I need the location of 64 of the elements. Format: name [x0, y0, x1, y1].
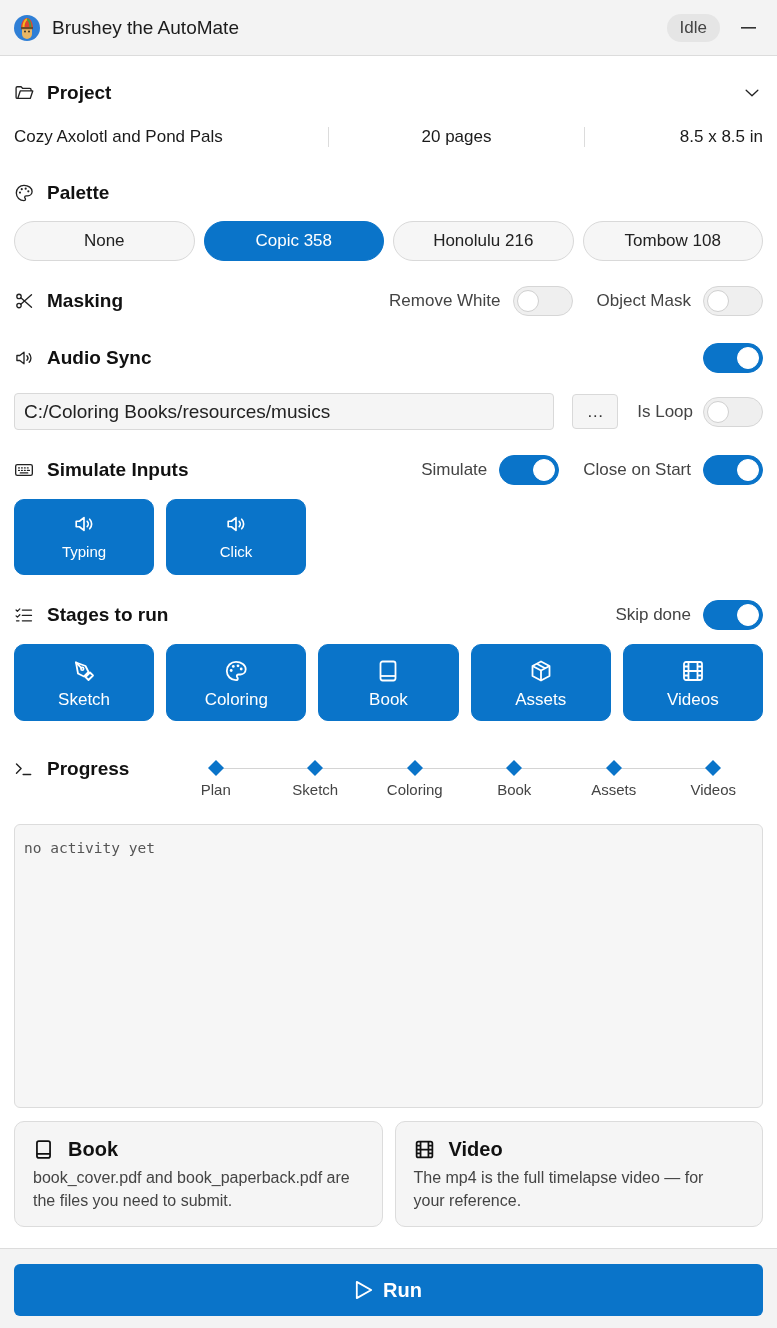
card-title: Video [448, 1137, 503, 1161]
log-line: no activity yet [24, 839, 155, 857]
palette-option[interactable]: None [14, 221, 195, 261]
run-button[interactable]: Run [14, 1264, 763, 1316]
step-diamond-icon [705, 760, 722, 776]
book-icon [33, 1138, 54, 1160]
palette-icon [14, 183, 34, 203]
step-diamond-icon [307, 760, 324, 776]
stage-button[interactable]: Book [318, 644, 459, 721]
page-size: 8.5 x 8.5 in [679, 127, 763, 147]
stage-button[interactable]: Assets [470, 644, 611, 721]
toggle-label: Object Mask [596, 291, 691, 311]
stage-button[interactable]: Coloring [166, 644, 307, 721]
palette-icon [224, 659, 249, 683]
stage-button[interactable]: Videos [622, 644, 763, 721]
palette-option[interactable]: Tombow 108 [582, 221, 763, 261]
section-title: Stages to run [47, 604, 169, 626]
toggle-switch[interactable] [703, 343, 763, 373]
chevron-down-icon[interactable] [745, 89, 759, 97]
sound-button[interactable]: Typing [14, 499, 154, 575]
toggle-switch[interactable] [499, 455, 560, 485]
card-text: book_cover.pdf and book_paperback.pdf are the files you need to submit. [33, 1168, 351, 1211]
step-diamond-icon [406, 760, 423, 776]
section-title: Masking [47, 290, 124, 312]
toggle-label: Is Loop [637, 401, 693, 422]
toggle-label: Skip done [615, 605, 691, 625]
card-text: The mp4 is the full timelapse video — for your reference. [413, 1168, 705, 1211]
toggle-switch[interactable] [703, 455, 763, 485]
step-diamond-icon [207, 760, 224, 776]
sound-button[interactable]: Click [166, 499, 306, 575]
section-title: Audio Sync [47, 347, 152, 369]
toggle-label: Close on Start [583, 460, 691, 480]
app-title: Brushey the AutoMate [52, 16, 239, 39]
film-icon [680, 659, 705, 683]
step-diamond-icon [506, 760, 523, 776]
step-label: Coloring [386, 781, 443, 799]
logo-icon [14, 14, 40, 41]
step-label: Sketch [292, 781, 339, 799]
palette-option[interactable]: Copic 358 [203, 221, 384, 261]
section-title: Simulate Inputs [47, 459, 189, 481]
step-diamond-icon [605, 760, 622, 776]
scissors-icon [14, 291, 34, 311]
browse-button[interactable]: … [572, 394, 619, 429]
toggle-label: Remove White [389, 291, 501, 311]
stage-button[interactable]: Sketch [14, 644, 155, 721]
project-name: Cozy Axolotl and Pond Pals [14, 127, 224, 147]
path-field[interactable]: C:/Coloring Books/resources/musics [14, 393, 555, 430]
pen-nib-icon [72, 659, 97, 683]
toggle-label: Simulate [421, 460, 488, 480]
card-title: Book [68, 1137, 118, 1161]
toggle-switch[interactable] [703, 600, 763, 630]
page-count: 20 pages [421, 127, 492, 147]
status-badge: Idle [666, 13, 720, 42]
play-icon [355, 1280, 374, 1300]
step-label: Assets [591, 781, 637, 799]
section-title: Progress [47, 758, 130, 780]
film-icon [413, 1138, 435, 1160]
section-title: Palette [47, 182, 110, 204]
step-label: Videos [690, 781, 737, 799]
section-title: Project [47, 82, 112, 104]
step-label: Plan [200, 781, 231, 799]
step-label: Book [497, 781, 532, 799]
palette-option[interactable]: Honolulu 216 [393, 221, 574, 261]
minimize-icon[interactable] [741, 26, 756, 29]
